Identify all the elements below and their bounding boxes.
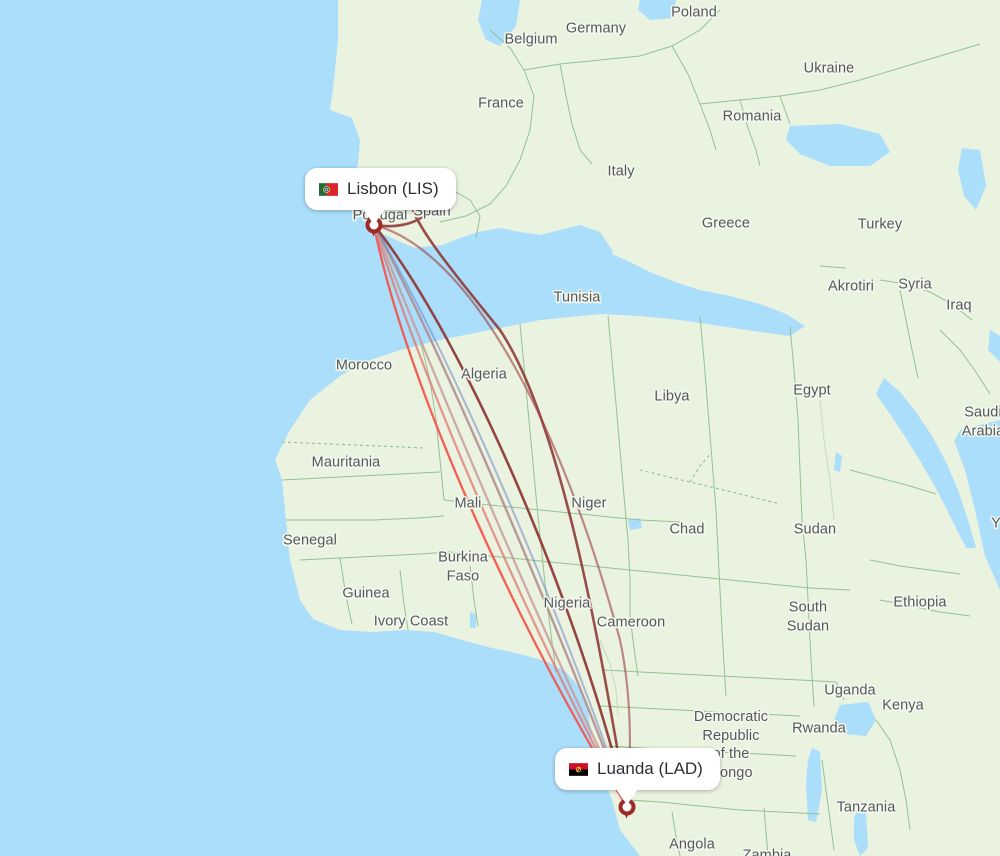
route-dark-maroon [372,223,629,809]
tooltip-tail [363,209,385,225]
route-mauve [372,223,629,809]
angola-flag-icon [569,762,588,776]
airport-tooltip-label: Luanda (LAD) [597,759,703,778]
route-bright-red [372,223,629,809]
route-blue [373,224,628,808]
route-rose [372,223,629,809]
flight-routes-layer [372,176,632,809]
route-salmon [372,223,629,809]
portugal-flag-icon [319,182,338,196]
airport-tooltip-lad[interactable]: Luanda (LAD) [555,748,720,805]
flight-route-map[interactable]: Poland Belgium Germany Ukraine France Romania… [0,0,1000,856]
tooltip-tail [616,789,638,805]
airport-tooltip-lis[interactable]: Lisbon (LIS) [305,168,456,225]
airport-tooltip-label: Lisbon (LIS) [347,179,439,198]
